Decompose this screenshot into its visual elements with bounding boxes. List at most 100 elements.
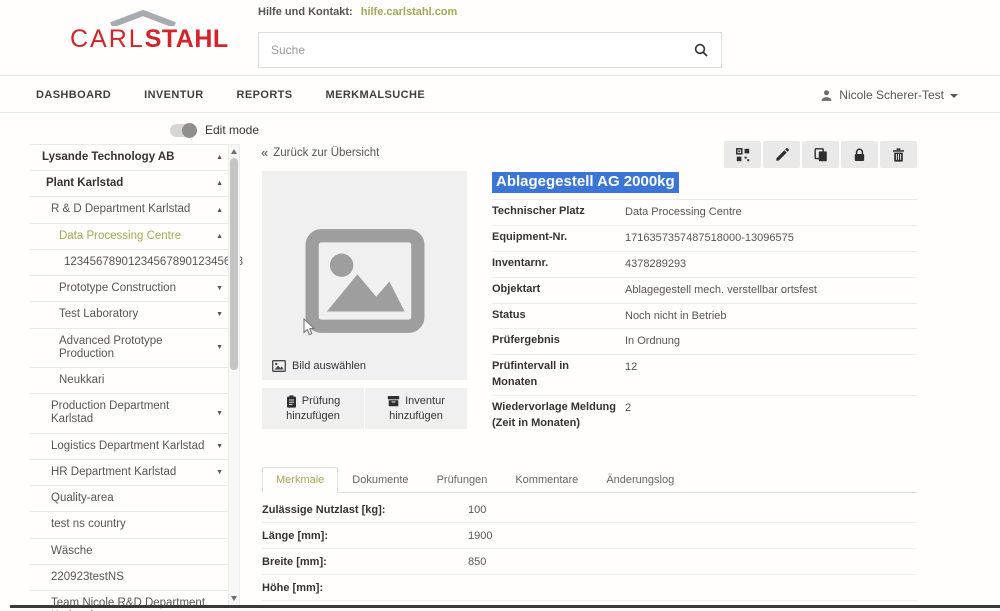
- help-link[interactable]: hilfe.carlstahl.com: [361, 6, 458, 18]
- carl-stahl-logo[interactable]: CARLSTAHL: [70, 10, 215, 52]
- tree-expand-icon[interactable]: ▼: [212, 311, 223, 318]
- tab[interactable]: Prüfungen: [423, 467, 502, 493]
- tree-item-label: Prototype Construction: [59, 282, 176, 295]
- tree-expand-icon[interactable]: ▲: [212, 233, 223, 240]
- tab[interactable]: Kommentare: [501, 467, 592, 493]
- user-menu[interactable]: Nicole Scherer-Test: [820, 77, 958, 113]
- select-image-button[interactable]: Bild auswählen: [272, 360, 366, 372]
- tab[interactable]: Dokumente: [338, 467, 422, 493]
- tree-expand-icon[interactable]: ▲: [212, 180, 223, 187]
- detail-label: Technischer Platz: [492, 204, 625, 220]
- tree-item-label: Logistics Department Karlstad: [51, 440, 204, 453]
- detail-label: Equipment-Nr.: [492, 230, 625, 246]
- tree-expand-icon[interactable]: ▼: [212, 469, 223, 476]
- edit-button[interactable]: [763, 141, 800, 168]
- tree-item-label: Test Laboratory: [59, 308, 138, 321]
- feature-value: 1900: [468, 530, 492, 542]
- edit-mode-control: Edit mode: [170, 123, 259, 137]
- page-title: Ablagegestell AG 2000kg: [492, 172, 679, 193]
- tree-expand-icon[interactable]: ▼: [212, 285, 223, 292]
- feature-row: Höhe [mm]:: [262, 575, 917, 601]
- object-toolbar: [724, 141, 917, 168]
- detail-label: Status: [492, 308, 625, 324]
- search-button[interactable]: [681, 33, 721, 67]
- search-input[interactable]: [259, 43, 681, 57]
- detail-value: 4378289293: [625, 256, 686, 273]
- detail-row: Equipment-Nr. 1716357357487518000-130965…: [492, 226, 917, 252]
- add-actions-bar: Prüfung hinzufügen Inventur hinzufügen: [262, 388, 467, 429]
- caret-down-icon: [950, 94, 958, 98]
- detail-label: Prüfergebnis: [492, 333, 625, 349]
- tree-item-label: HR Department Karlstad: [51, 466, 176, 479]
- detail-value: 1716357357487518000-13096575: [625, 230, 794, 247]
- tree-item-label: Neukkari: [59, 374, 104, 387]
- tree-item-label: R & D Department Karlstad: [51, 203, 190, 216]
- back-link-label: Zurück zur Übersicht: [273, 147, 379, 159]
- tree-expand-icon[interactable]: ▼: [212, 410, 223, 417]
- tree-item-label: Quality-area: [51, 492, 114, 505]
- tree-expand-icon[interactable]: ▼: [212, 344, 223, 351]
- lock-button[interactable]: [841, 141, 878, 168]
- object-detail-panel: Ablagegestell AG 2000kg Technischer Plat…: [492, 172, 917, 436]
- nav-item[interactable]: REPORTS: [237, 89, 293, 101]
- tree-item-label: test ns country: [51, 518, 126, 531]
- nav-item[interactable]: DASHBOARD: [36, 89, 111, 101]
- add-inventur-button[interactable]: Inventur hinzufügen: [365, 388, 467, 429]
- lock-icon: [853, 148, 866, 162]
- tree-expand-icon[interactable]: ▼: [212, 443, 223, 450]
- detail-row: Prüfintervall in Monaten 12: [492, 355, 917, 396]
- tree-expand-icon[interactable]: ▲: [212, 207, 223, 214]
- detail-label: Objektart: [492, 282, 625, 298]
- feature-label: Breite [mm]:: [262, 556, 468, 568]
- tree-item[interactable]: Prototype Construction ▼: [30, 276, 229, 302]
- chevron-left-double-icon: «: [261, 146, 268, 159]
- merkmale-list: Zulässige Nutzlast [kg]: 100 Länge [mm]:…: [262, 497, 917, 601]
- tree-item[interactable]: Lysande Technology AB ▲: [30, 145, 229, 171]
- tree-item[interactable]: Logistics Department Karlstad ▼: [30, 434, 229, 460]
- nav-item[interactable]: MERKMALSUCHE: [326, 89, 426, 101]
- tree-item[interactable]: test ns country: [30, 512, 229, 538]
- tab[interactable]: Merkmale: [262, 467, 338, 493]
- clipboard-icon: [286, 395, 297, 408]
- tree-item-label: Data Processing Centre: [59, 230, 181, 243]
- tree-item-label: Wäsche: [51, 545, 93, 558]
- copy-button[interactable]: [802, 141, 839, 168]
- tab[interactable]: Änderungslog: [592, 467, 688, 493]
- tree-item[interactable]: Neukkari: [30, 368, 229, 394]
- tree-item[interactable]: Quality-area: [30, 486, 229, 512]
- tree-item-label: Plant Karlstad: [46, 177, 123, 190]
- tree-item[interactable]: Production Department Karlstad ▼: [30, 394, 229, 433]
- detail-row: Wiedervorlage Meldung (Zeit in Monaten) …: [492, 396, 917, 436]
- scrollbar-down-icon[interactable]: [231, 596, 237, 601]
- location-tree: Lysande Technology AB ▲ Plant Karlstad ▲…: [30, 144, 229, 611]
- tree-item[interactable]: HR Department Karlstad ▼: [30, 460, 229, 486]
- tree-expand-icon[interactable]: ▲: [212, 154, 223, 161]
- scrollbar-thumb[interactable]: [230, 158, 238, 370]
- qr-code-icon: [736, 148, 750, 162]
- delete-button[interactable]: [880, 141, 917, 168]
- detail-list: Technischer Platz Data Processing Centre…: [492, 200, 917, 436]
- scrollbar-up-icon[interactable]: [231, 149, 237, 154]
- bottom-edge-divider: [10, 605, 1000, 608]
- help-label: Hilfe und Kontakt:: [258, 6, 353, 18]
- back-to-overview-link[interactable]: « Zurück zur Übersicht: [261, 146, 379, 159]
- user-name: Nicole Scherer-Test: [839, 88, 944, 102]
- tree-item[interactable]: Test Laboratory ▼: [30, 302, 229, 328]
- tree-item[interactable]: 220923testNS: [30, 565, 229, 591]
- tree-item[interactable]: Wäsche: [30, 539, 229, 565]
- tree-item[interactable]: Plant Karlstad ▲: [30, 171, 229, 197]
- qr-code-button[interactable]: [724, 141, 761, 168]
- archive-icon: [387, 395, 400, 407]
- add-inventur-line1: Inventur: [405, 394, 445, 409]
- add-pruefung-button[interactable]: Prüfung hinzufügen: [262, 388, 365, 429]
- tree-item[interactable]: Advanced Prototype Production ▼: [30, 329, 229, 368]
- tree-item[interactable]: R & D Department Karlstad ▲: [30, 197, 229, 223]
- tree-item[interactable]: Data Processing Centre ▲: [30, 224, 229, 250]
- sidebar-scrollbar[interactable]: [228, 144, 240, 606]
- nav-item[interactable]: INVENTUR: [144, 89, 203, 101]
- edit-mode-toggle[interactable]: [170, 124, 197, 137]
- tree-item[interactable]: 1234567890123456789012345678: [30, 250, 229, 276]
- add-inventur-line2: hinzufügen: [389, 409, 443, 424]
- tree-item-label: Advanced Prototype Production: [59, 335, 212, 361]
- app-screen: CARLSTAHL Hilfe und Kontakt: hilfe.carlst…: [0, 0, 1000, 611]
